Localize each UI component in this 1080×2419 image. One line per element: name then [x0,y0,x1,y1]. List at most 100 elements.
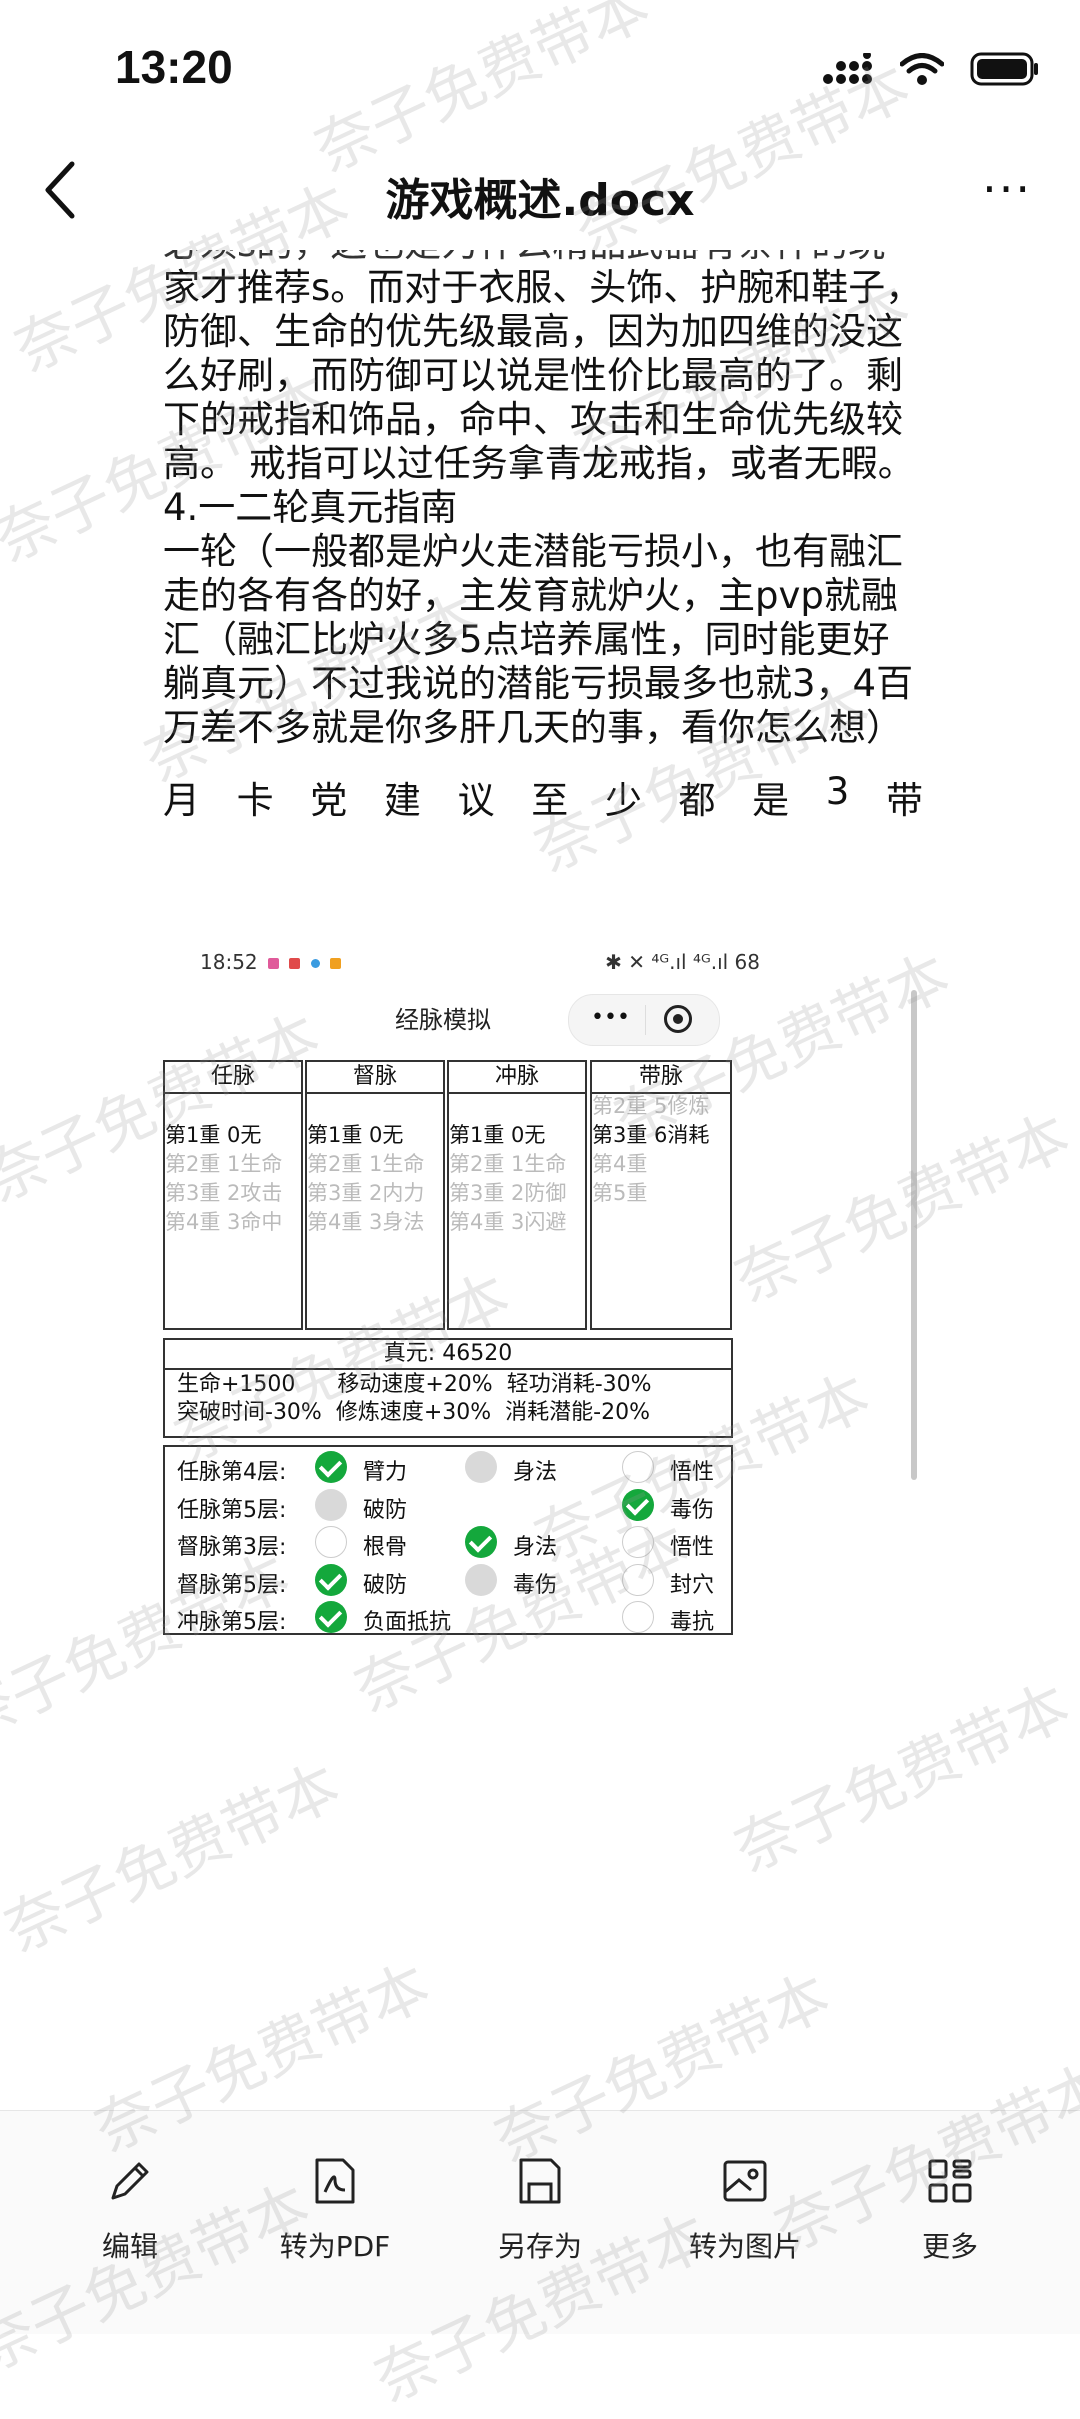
battery-icon [970,52,1038,86]
grid-icon [928,2159,972,2203]
app-icon [310,959,320,968]
meridian-level: 第3重 2防御 [449,1181,567,1205]
meridian-column[interactable]: 督脉第1重 0无 第2重 1生命 第3重 2内力 第4重 3身法 [305,1060,445,1330]
embedded-time: 18:52 [200,950,258,974]
selection-row-label: 任脉第5层: [177,1497,287,1523]
spread-char: 党 [310,779,348,822]
empty-circle-icon[interactable] [622,1526,654,1558]
embedded-status-icons: ✱ ✕ ⁴ᴳ.ıl ⁴ᴳ.ıl 68 [605,950,760,974]
miniapp-capsule: ••• [568,994,720,1046]
meridian-level: 第4重 [592,1152,648,1176]
meridian-level: 第3重 6消耗 [592,1123,710,1147]
selection-option-label: 身法 [513,1460,558,1485]
selection-panel: 任脉第4层: 臂力 身法 悟性 任脉第5层: 破防 毒伤 督脉第3层: 根骨 身法 悟性 督脉第5层:… [163,1445,733,1635]
meridian-level-list: 第1重 0无 第2重 1生命 第3重 2防御 第4重 3闪避 [449,1121,585,1237]
empty-circle-icon[interactable] [315,1526,347,1558]
selection-option-label: 破防 [363,1572,408,1598]
meridian-columns: 任脉 第1重 0无 第2重 1生命 第3重 2攻击 第4重 3命中 督脉 第1重 0无 第2重… [163,1060,733,1332]
scrollbar[interactable] [911,990,917,1480]
empty-circle-icon[interactable] [315,1488,347,1521]
selection-option-label: 悟性 [670,1535,715,1560]
embedded-status-bar: 18:52 ✱ ✕ ⁴ᴳ.ıl ⁴ᴳ.ıl 68 [200,950,760,980]
meridian-column[interactable]: 带脉 第2重 5修炼 第3重 6消耗 第4重 第5重 [590,1060,732,1330]
pdf-icon [315,2158,355,2204]
status-time: 13:20 [115,41,233,93]
selection-option-label: 臂力 [363,1460,408,1485]
selection-row: 督脉第3层: 根骨 身法 悟性 [165,1524,731,1562]
meridian-level: 第3重 2内力 [307,1181,425,1205]
empty-circle-icon[interactable] [622,1451,654,1483]
selection-row-label: 督脉第5层: [177,1572,287,1598]
meridian-level: 第5重 [592,1181,648,1205]
more-button[interactable]: 更多 [860,2151,1040,2265]
checkmark-circle-icon[interactable] [315,1601,347,1633]
meridian-level-list: 第1重 0无 第2重 1生命 第3重 2内力 第4重 3身法 [307,1121,443,1237]
image-icon [723,2160,767,2202]
meridian-level: 第2重 1生命 [307,1152,425,1176]
save-icon [519,2158,561,2204]
selection-option-label: 毒伤 [670,1497,715,1523]
meridian-level: 第4重 3闪避 [449,1210,567,1234]
simulator-title: 经脉模拟 [395,1006,491,1034]
checkmark-circle-icon[interactable] [465,1526,497,1558]
app-icon [330,958,342,969]
empty-circle-icon[interactable] [622,1563,654,1596]
meridian-column-header: 任脉 [165,1062,301,1094]
capsule-close-icon [664,1005,692,1033]
status-icons [822,52,1040,86]
convert-image-button[interactable]: 转为图片 [655,2151,835,2265]
checkmark-circle-icon[interactable] [315,1451,347,1483]
document-title: 游戏概述.docx [385,175,695,226]
meridian-level-list: 第1重 0无 第2重 1生命 第3重 2攻击 第4重 3命中 [165,1121,301,1237]
meridian-column-header: 督脉 [307,1062,443,1094]
meridian-column-header: 冲脉 [449,1062,585,1094]
meridian-level: 第1重 0无 [165,1123,262,1147]
meridian-level: 第4重 3命中 [165,1210,283,1234]
doc-spread-line: 月 卡 党 建 议 至 少 都 是 3 带 [163,770,923,824]
bonus-line: 突破时间-30% 修炼速度+30% 消耗潜能-20% [177,1400,650,1425]
meridian-level: 第2重 5修炼 [592,1094,710,1118]
spread-char: 建 [383,779,421,822]
selection-row: 督脉第5层: 破防 毒伤 封穴 [165,1562,731,1600]
selection-row-label: 冲脉第5层: [177,1610,287,1635]
spread-char: 带 [885,779,923,822]
meridian-column[interactable]: 冲脉第1重 0无 第2重 1生命 第3重 2防御 第4重 3闪避 [447,1060,587,1330]
signal-icon [823,53,872,84]
spread-char: 议 [457,779,495,822]
capsule-more-icon: ••• [591,1005,630,1030]
doc-cut-line: 必须s的，这也是为什么精品武器有条件的玩 [163,250,923,266]
empty-circle-icon[interactable] [465,1563,497,1596]
save-as-button[interactable]: 另存为 [450,2151,630,2265]
empty-circle-icon[interactable] [465,1451,497,1483]
app-icon [268,958,279,969]
edit-button[interactable]: 编辑 [40,2151,220,2265]
checkmark-circle-icon[interactable] [315,1563,347,1596]
selection-option-label: 封穴 [670,1572,715,1598]
spread-char: 3 [825,770,850,813]
spread-char: 是 [752,779,790,822]
meridian-level-list: 第2重 5修炼 第3重 6消耗 第4重第5重 [592,1092,730,1208]
selection-row: 任脉第4层: 臂力 身法 悟性 [165,1449,731,1487]
meridian-column[interactable]: 任脉第1重 0无 第2重 1生命 第3重 2攻击 第4重 3命中 [163,1060,303,1330]
doc-paragraph: 家才推荐s。而对于衣服、头饰、护腕和鞋子，防御、生命的优先级最高，因为加四维的没… [163,266,923,485]
selection-row-label: 任脉第4层: [177,1460,287,1485]
pencil-icon [111,2162,149,2200]
selection-option-label: 悟性 [670,1460,715,1485]
status-bar: 13:20 [0,0,1080,140]
selection-option-label: 根骨 [363,1535,408,1560]
convert-pdf-button[interactable]: 转为PDF [245,2151,425,2265]
wifi-icon [900,53,944,85]
checkmark-circle-icon[interactable] [622,1488,654,1521]
more-options-button[interactable]: ··· [982,162,1032,216]
bonus-line: 生命+1500 移动速度+20% 轻功消耗-30% [177,1372,652,1397]
selection-option-label: 身法 [513,1535,558,1560]
meridian-level: 第1重 0无 [307,1123,404,1147]
meridian-level: 第4重 3身法 [307,1210,425,1234]
nav-bar: 游戏概述.docx ··· [0,140,1080,250]
empty-circle-icon[interactable] [622,1601,654,1633]
doc-paragraph: 一轮（一般都是炉火走潜能亏损小，也有融汇走的各有各的好，主发育就炉火，主pvp就… [163,530,914,749]
meridian-level: 第1重 0无 [449,1123,546,1147]
embedded-screenshot: 18:52 ✱ ✕ ⁴ᴳ.ıl ⁴ᴳ.ıl 68 经脉模拟 ••• 任脉 第1重 … [163,950,923,1850]
spread-char: 都 [678,779,716,822]
spread-char: 至 [531,779,569,822]
